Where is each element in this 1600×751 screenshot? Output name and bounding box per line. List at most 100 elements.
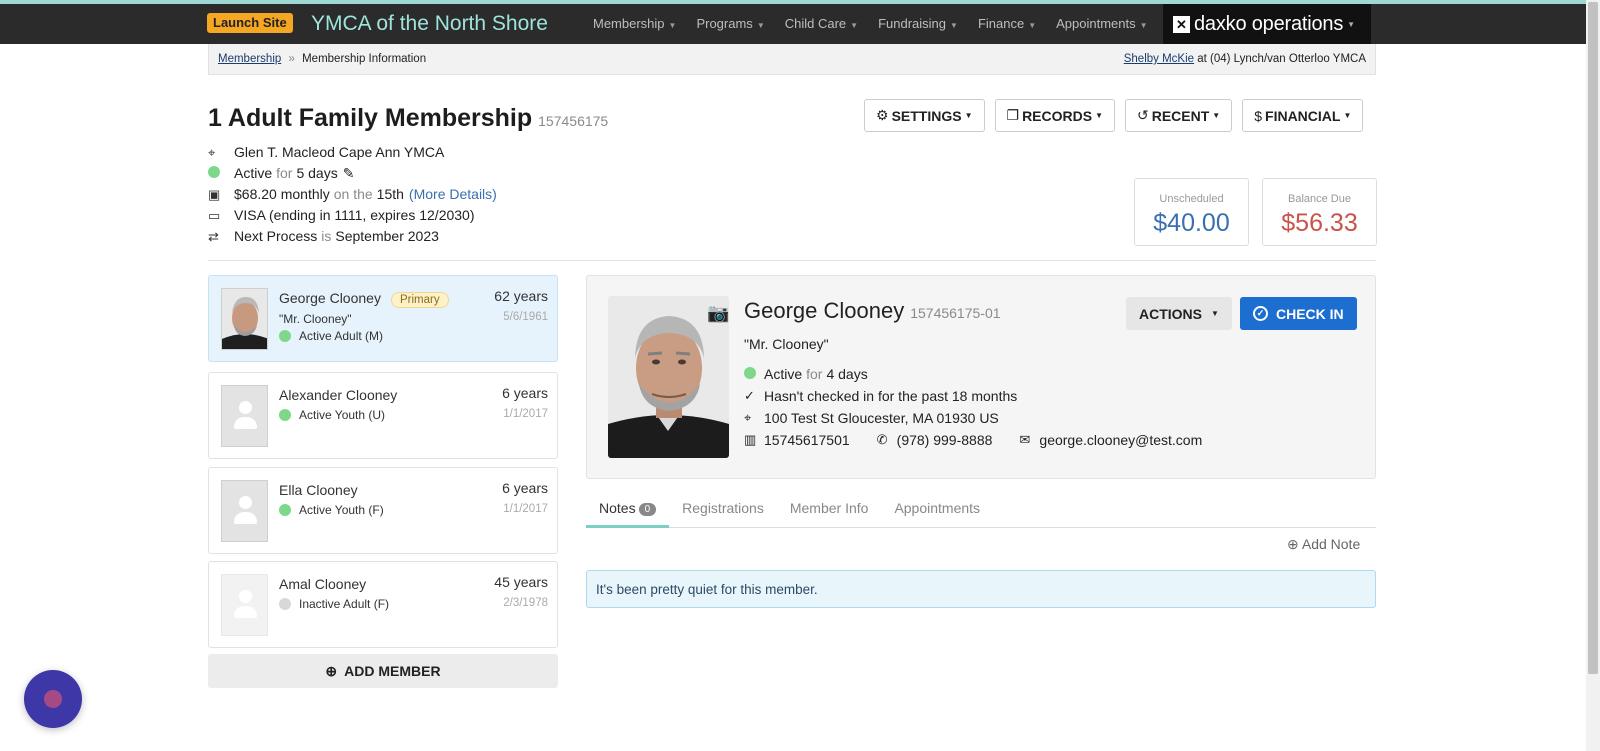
chevron-down-icon: ▼: [950, 21, 958, 30]
member-status-text: Active Adult (M): [299, 329, 384, 343]
menu-label: Child Care: [784, 16, 847, 31]
unscheduled-label: Unscheduled: [1159, 193, 1224, 205]
tab-notes[interactable]: Notes 0: [586, 497, 670, 528]
chevron-down-icon: ▼: [756, 21, 765, 30]
copy-icon: ❐: [1006, 107, 1020, 123]
status-duration: 5 days: [296, 165, 338, 181]
address-row: ⌖ 100 Test St Gloucester, MA 01930 US: [744, 410, 999, 426]
member-photo-placeholder: [221, 574, 268, 636]
member-status-text: Active Youth (U): [299, 408, 386, 422]
member-dob: 1/1/2017: [503, 408, 548, 420]
portrait-image: [222, 289, 267, 349]
address-text: 100 Test St Gloucester, MA 01930 US: [764, 410, 999, 426]
branch-row: ⌖ Glen T. Macleod Cape Ann YMCA: [208, 142, 497, 163]
branch-name: Glen T. Macleod Cape Ann YMCA: [234, 144, 445, 160]
status-dot-icon: [208, 163, 234, 184]
member-name: Alexander Clooney: [279, 387, 398, 403]
next-process-is: is: [321, 228, 332, 244]
member-name: Ella Clooney: [279, 482, 358, 498]
member-card-ella[interactable]: Ella Clooney Active Youth (F) 6 years 1/…: [208, 467, 558, 554]
settings-button[interactable]: ⚙ SETTINGS ▼: [864, 99, 985, 132]
checkin-note: Hasn't checked in for the past 18 months: [764, 388, 1018, 404]
breadcrumb: Membership » Membership Information Shel…: [208, 44, 1376, 75]
pencil-icon[interactable]: ✎: [343, 163, 355, 184]
breadcrumb-membership-link[interactable]: Membership: [218, 53, 281, 65]
status-row: Active for 5 days ✎: [208, 163, 497, 184]
billing-row: ▣ $68.20 monthly on the 15th (More Details): [208, 184, 497, 205]
camera-icon[interactable]: 📷: [707, 304, 731, 322]
menu-label: Membership: [593, 16, 665, 31]
add-note-button[interactable]: ⊕ Add Note: [1287, 536, 1360, 553]
person-name-text: George Clooney: [744, 298, 905, 323]
member-status: Inactive Adult (F): [279, 597, 389, 611]
member-age: 6 years: [502, 385, 548, 401]
chevron-down-icon: ▼: [850, 21, 859, 30]
contact-row: ▥ 15745617501 ✆ (978) 999-8888 ✉ george.clo…: [744, 432, 1202, 448]
card-row: ▭ VISA (ending in 1111, expires 12/2030): [208, 205, 497, 226]
repeat-icon: ⇄: [208, 229, 219, 244]
scrollbar-thumb[interactable]: [1588, 2, 1598, 674]
person-status-for: for: [806, 366, 823, 382]
menu-label: Programs: [696, 16, 753, 31]
plus-circle-icon: ⊕: [1287, 536, 1299, 552]
tab-appointments[interactable]: Appointments: [881, 497, 993, 528]
billing-day: 15th: [376, 186, 404, 202]
menu-programs[interactable]: Programs ▼: [686, 4, 774, 44]
member-age: 6 years: [502, 480, 548, 496]
map-pin-icon: ⌖: [744, 410, 752, 425]
tab-label: Notes: [599, 500, 636, 516]
more-details-link[interactable]: (More Details): [409, 184, 497, 205]
person-status-row: Active for 4 days: [744, 366, 868, 382]
gear-icon: ⚙: [876, 107, 889, 123]
menu-label: Finance: [977, 16, 1025, 31]
brand-name: daxko operations: [1194, 12, 1344, 35]
button-label: SETTINGS: [891, 107, 962, 124]
member-dob: 5/6/1961: [503, 311, 548, 323]
organization-name[interactable]: YMCA of the North Shore: [311, 11, 548, 37]
tab-member-info[interactable]: Member Info: [777, 497, 882, 528]
menu-child-care[interactable]: Child Care ▼: [775, 4, 868, 44]
member-status: Active Youth (F): [279, 503, 384, 517]
menu-fundraising[interactable]: Fundraising ▼: [868, 4, 968, 44]
vertical-scrollbar[interactable]: [1586, 0, 1600, 751]
member-card-amal[interactable]: Amal Clooney Inactive Adult (F) 45 years…: [208, 561, 558, 648]
actions-button[interactable]: ACTIONS ▼: [1126, 297, 1232, 330]
menu-appointments[interactable]: Appointments ▼: [1046, 4, 1157, 44]
chevron-down-icon: ▼: [1212, 111, 1221, 120]
billing-on-the: on the: [333, 186, 373, 202]
person-status: Active: [764, 366, 803, 382]
financial-button[interactable]: $ FINANCIAL ▼: [1242, 99, 1364, 132]
menu-label: Appointments: [1056, 16, 1136, 31]
balance-due[interactable]: Balance Due $56.33: [1262, 178, 1377, 246]
button-label: RECORDS: [1022, 107, 1093, 124]
menu-membership[interactable]: Membership ▼: [583, 4, 686, 44]
check-circle-icon: ✓: [1253, 306, 1268, 321]
unscheduled-value: $40.00: [1153, 209, 1230, 237]
records-button[interactable]: ❐ RECORDS ▼: [994, 99, 1115, 132]
member-status-text: Active Youth (F): [299, 503, 384, 517]
recent-button[interactable]: ↺ RECENT ▼: [1125, 99, 1233, 132]
add-member-button[interactable]: ⊕ ADD MEMBER: [208, 654, 558, 688]
member-photo: [221, 288, 268, 350]
person-nickname: "Mr. Clooney": [744, 336, 829, 352]
empty-notes-message: It's been pretty quiet for this member.: [586, 570, 1376, 608]
member-card-alexander[interactable]: Alexander Clooney Active Youth (U) 6 yea…: [208, 372, 558, 459]
status-dot-icon: [279, 409, 291, 421]
barcode-number: 15745617501: [764, 432, 850, 448]
tab-registrations[interactable]: Registrations: [669, 497, 777, 528]
unscheduled-balance[interactable]: Unscheduled $40.00: [1134, 178, 1249, 246]
current-user-info: Shelby McKie at (04) Lynch/van Otterloo …: [1124, 44, 1366, 74]
actions-label: ACTIONS: [1139, 305, 1202, 322]
daxko-brand-menu[interactable]: ✕ daxko operations ▼: [1163, 4, 1371, 44]
launch-site-button[interactable]: Launch Site: [207, 13, 293, 33]
checkin-history-row: ✓ Hasn't checked in for the past 18 month…: [744, 388, 1017, 404]
menu-finance[interactable]: Finance ▼: [968, 4, 1046, 44]
next-process-value: September 2023: [335, 228, 439, 244]
check-in-button[interactable]: ✓ CHECK IN: [1240, 297, 1357, 330]
member-dob: 2/3/1978: [503, 597, 548, 609]
chat-widget-button[interactable]: [24, 670, 82, 728]
add-member-label: ADD MEMBER: [344, 663, 441, 679]
balance-due-label: Balance Due: [1288, 193, 1351, 205]
user-link[interactable]: Shelby McKie: [1124, 53, 1194, 65]
member-card-george[interactable]: George Clooney Primary "Mr. Clooney" Acti…: [208, 275, 558, 362]
